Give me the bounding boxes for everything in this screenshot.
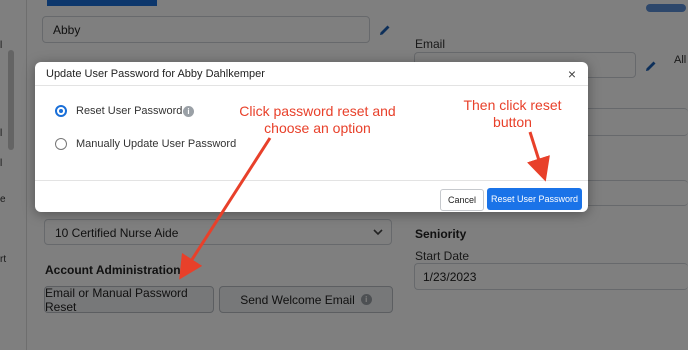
annotation-arrow-to-reset-button	[179, 137, 272, 280]
annotation-arrows	[179, 131, 550, 280]
annotation-arrow-to-modal-reset	[527, 131, 550, 182]
